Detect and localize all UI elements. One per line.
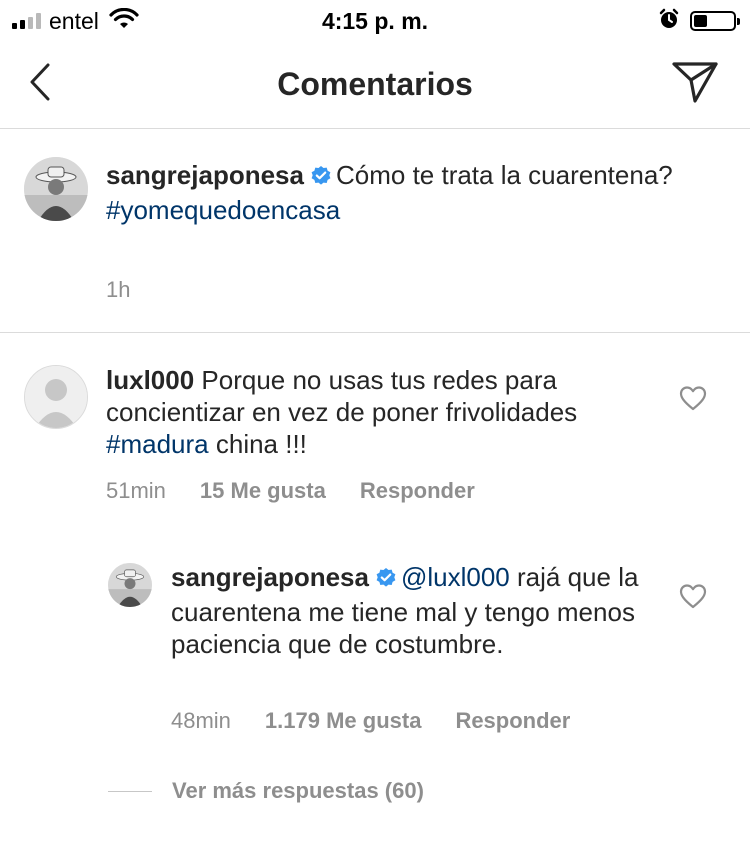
comment-reply-button[interactable]: Responder <box>360 478 475 504</box>
share-button[interactable] <box>670 60 720 108</box>
view-more-replies-button[interactable]: Ver más respuestas (60) <box>108 778 424 804</box>
alarm-icon <box>658 8 680 35</box>
reply-username[interactable]: sangrejaponesa <box>171 562 369 592</box>
caption-avatar[interactable] <box>24 157 88 221</box>
heart-outline-icon <box>679 583 707 614</box>
caption-body: Cómo te trata la cuarentena? <box>335 160 673 190</box>
reply-like-button[interactable] <box>678 583 708 613</box>
status-time: 4:15 p. m. <box>321 8 429 34</box>
reply-time: 48min <box>171 708 231 733</box>
caption-username[interactable]: sangrejaponesa <box>106 160 304 190</box>
comment-hashtag[interactable]: #madura <box>106 429 209 459</box>
view-more-label: Ver más respuestas (60) <box>172 778 424 803</box>
caption-time: 1h <box>106 277 131 302</box>
paper-plane-icon <box>671 60 719 109</box>
battery-icon <box>690 11 740 31</box>
comment-avatar[interactable] <box>24 365 88 429</box>
reply-mention[interactable]: @luxl000 <box>401 562 510 592</box>
view-more-divider <box>108 790 152 792</box>
caption-meta: 1h <box>106 277 130 303</box>
comment-like-button[interactable] <box>678 385 708 415</box>
comment-time: 51min <box>106 478 166 503</box>
caption-hashtag[interactable]: #yomequedoencasa <box>106 195 340 225</box>
nav-bar: Comentarios <box>0 44 750 129</box>
status-right <box>658 8 740 35</box>
comment-body-end: china !!! <box>215 429 307 459</box>
comment-meta: 51min 15 Me gusta Responder <box>106 478 475 504</box>
heart-outline-icon <box>679 385 707 416</box>
comment-likes[interactable]: 15 Me gusta <box>200 478 326 504</box>
caption-text: sangrejaponesa Cómo te trata la cuarenten… <box>106 159 726 226</box>
reply-text: sangrejaponesa @luxl000 rajá que la cuare… <box>171 561 641 660</box>
reply-meta: 48min 1.179 Me gusta Responder <box>171 708 570 734</box>
reply-likes[interactable]: 1.179 Me gusta <box>265 708 422 734</box>
page-title: Comentarios <box>277 66 473 102</box>
verified-badge-icon <box>375 564 397 596</box>
comment-username[interactable]: luxl000 <box>106 365 194 395</box>
comment-text: luxl000 Porque no usas tus redes para co… <box>106 364 676 460</box>
reply-reply-button[interactable]: Responder <box>455 708 570 734</box>
caption-divider <box>0 332 750 333</box>
verified-badge-icon <box>310 162 332 194</box>
battery-fill <box>694 15 708 27</box>
status-bar: entel 4:15 p. m. <box>0 0 750 44</box>
reply-avatar[interactable] <box>108 563 152 607</box>
